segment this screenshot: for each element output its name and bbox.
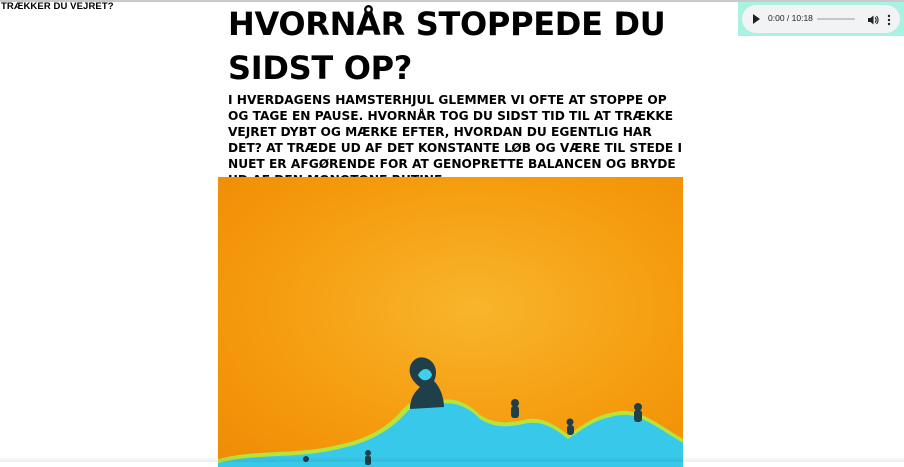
site-title[interactable]: TRÆKKER DU VEJRET? bbox=[1, 1, 114, 12]
time-display: 0:00 / 10:18 bbox=[768, 13, 813, 23]
bottom-shade bbox=[0, 456, 904, 462]
article-headline: HVORNÅR STOPPEDE DU SIDST OP? bbox=[228, 5, 666, 87]
more-options-icon[interactable] bbox=[887, 13, 891, 26]
hero-image bbox=[218, 177, 683, 467]
play-icon[interactable] bbox=[753, 14, 760, 24]
audio-player-container: 0:00 / 10:18 bbox=[738, 2, 904, 36]
article-lead: I HVERDAGENS HAMSTERHJUL GLEMMER VI OFTE… bbox=[228, 93, 683, 187]
audio-player[interactable]: 0:00 / 10:18 bbox=[742, 5, 900, 33]
seek-bar[interactable] bbox=[817, 18, 855, 20]
volume-icon[interactable] bbox=[867, 13, 879, 25]
